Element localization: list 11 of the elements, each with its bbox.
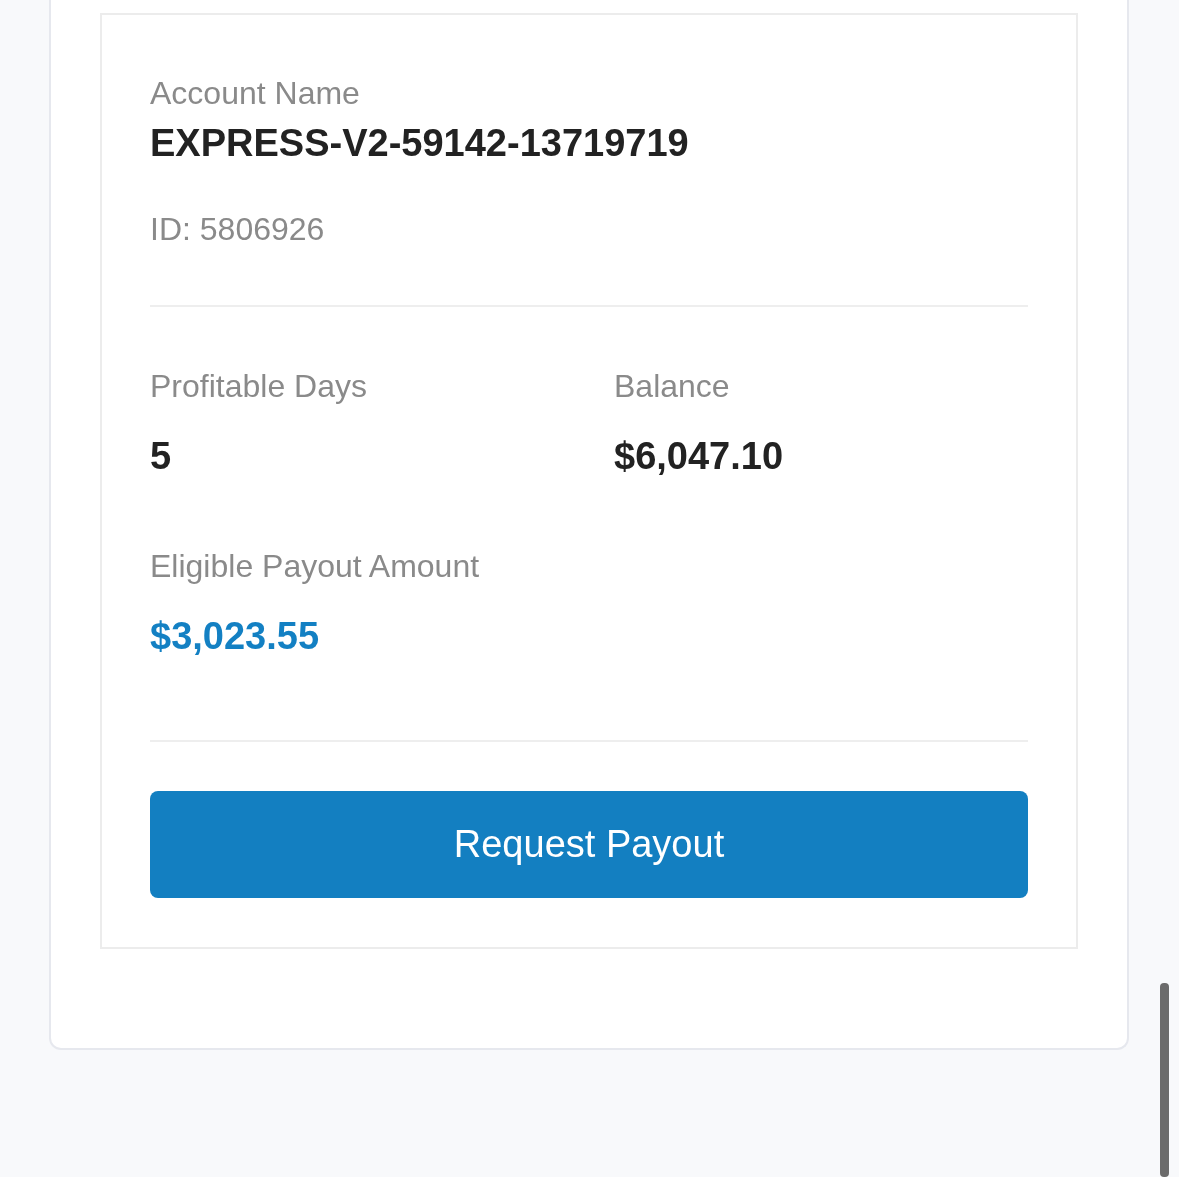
account-name: EXPRESS-V2-59142-13719719 xyxy=(150,121,690,166)
request-payout-button[interactable]: Request Payout xyxy=(150,791,1028,898)
scrollbar-thumb[interactable] xyxy=(1160,983,1169,1177)
stat-label: Balance xyxy=(614,367,731,406)
stat-value: $3,023.55 xyxy=(150,614,321,659)
stat-label: Eligible Payout Amount xyxy=(150,547,481,586)
stat-value: $6,047.10 xyxy=(614,434,785,479)
account-name-label: Account Name xyxy=(150,74,361,113)
stat-label: Profitable Days xyxy=(150,367,368,406)
account-id: ID: 5806926 xyxy=(150,210,326,249)
stat-value: 5 xyxy=(150,434,173,479)
